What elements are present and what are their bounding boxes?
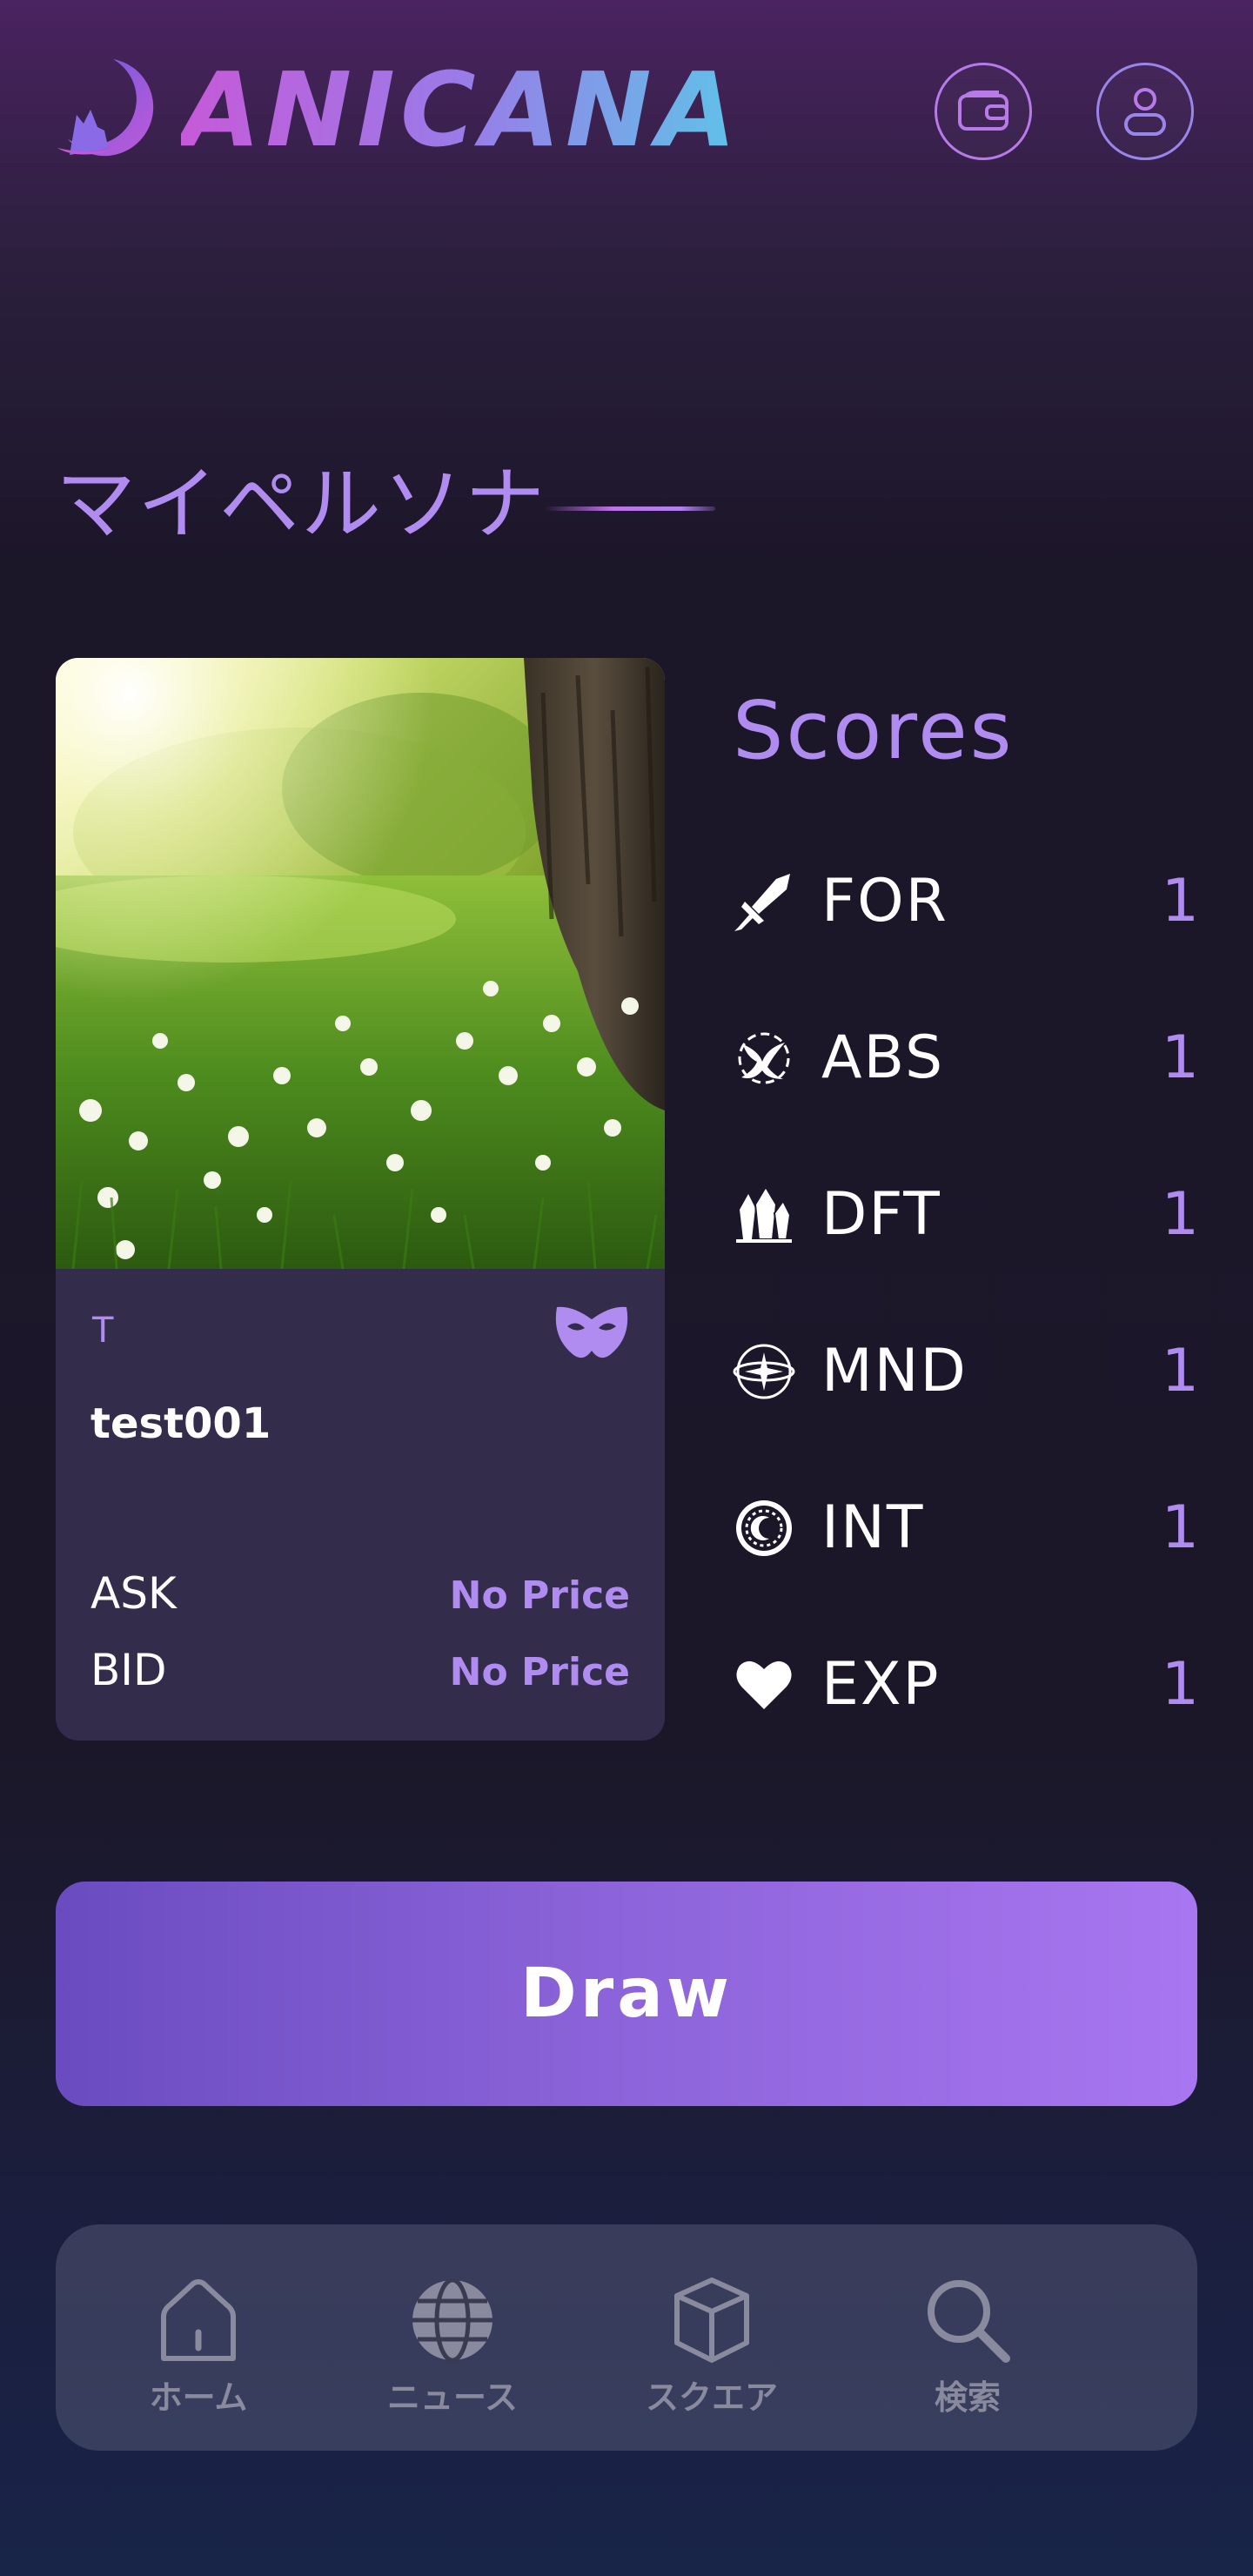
score-value: 1 [1161,1493,1199,1562]
app-header: ANICANA [0,0,1253,226]
score-value: 1 [1161,1023,1199,1092]
score-value: 1 [1161,867,1199,936]
nav-label: ニュース [386,2378,519,2417]
nav-item-news[interactable]: ニュース [357,2275,548,2423]
mask-icon[interactable] [553,1302,630,1365]
persona-card-body: T test001 ASK No Price BID No Price [56,1269,665,1741]
nav-item-search[interactable]: 検索 [872,2275,1063,2423]
home-icon [161,2279,236,2361]
persona-image [56,658,665,1270]
wallet-icon [958,91,1008,131]
score-label: DFT [821,1180,941,1249]
persona-tag: T [92,1311,114,1351]
nav-item-square[interactable]: スクエア [616,2275,807,2423]
brand-logo-text[interactable]: ANICANA [181,49,741,171]
persona-card[interactable]: T test001 ASK No Price BID No Price [56,658,665,1741]
cube-icon [674,2277,749,2363]
persona-name: test001 [90,1399,271,1448]
profile-button[interactable] [1096,63,1194,160]
ask-label: ASK [90,1568,177,1619]
nav-item-home[interactable]: ホーム [103,2275,294,2423]
score-row-exp: EXP 1 [733,1641,1199,1728]
section-title: マイペルソナ [56,458,547,551]
moon-seal-icon [736,1500,792,1556]
score-value: 1 [1161,1650,1199,1719]
score-row-for: FOR 1 [733,858,1199,945]
score-row-dft: DFT 1 [733,1171,1199,1258]
nav-label: 検索 [934,2378,1001,2417]
bid-value: No Price [449,1650,630,1694]
ask-value: No Price [449,1573,630,1618]
score-row-abs: ABS 1 [733,1015,1199,1102]
score-label: ABS [821,1023,945,1092]
bottom-nav: ホーム ニュース スクエア 検索 [56,2224,1197,2451]
heart-icon [736,1660,792,1709]
sword-icon [734,874,790,931]
draw-button[interactable]: Draw [56,1882,1197,2106]
score-label: MND [821,1337,968,1405]
score-label: FOR [821,867,948,936]
score-row-int: INT 1 [733,1485,1199,1572]
bid-row: BID No Price [90,1645,630,1697]
ask-row: ASK No Price [90,1568,630,1620]
score-label: EXP [821,1650,941,1719]
score-value: 1 [1161,1337,1199,1405]
score-label: INT [821,1493,925,1562]
bid-label: BID [90,1645,167,1695]
score-value: 1 [1161,1180,1199,1249]
globe-icon [412,2277,492,2363]
wallet-button[interactable] [935,63,1032,160]
nav-label: ホーム [149,2378,248,2417]
bird-emblem-icon [738,1032,790,1084]
search-icon [928,2280,1010,2363]
orbit-star-icon [733,1344,795,1399]
nav-label: スクエア [645,2378,778,2417]
crystal-icon [736,1185,792,1243]
score-row-mnd: MND 1 [733,1328,1199,1415]
scores-title: Scores [733,684,1015,777]
logo-cat-moon-icon[interactable] [52,52,157,165]
user-icon [1124,88,1166,136]
title-divider [545,506,715,511]
